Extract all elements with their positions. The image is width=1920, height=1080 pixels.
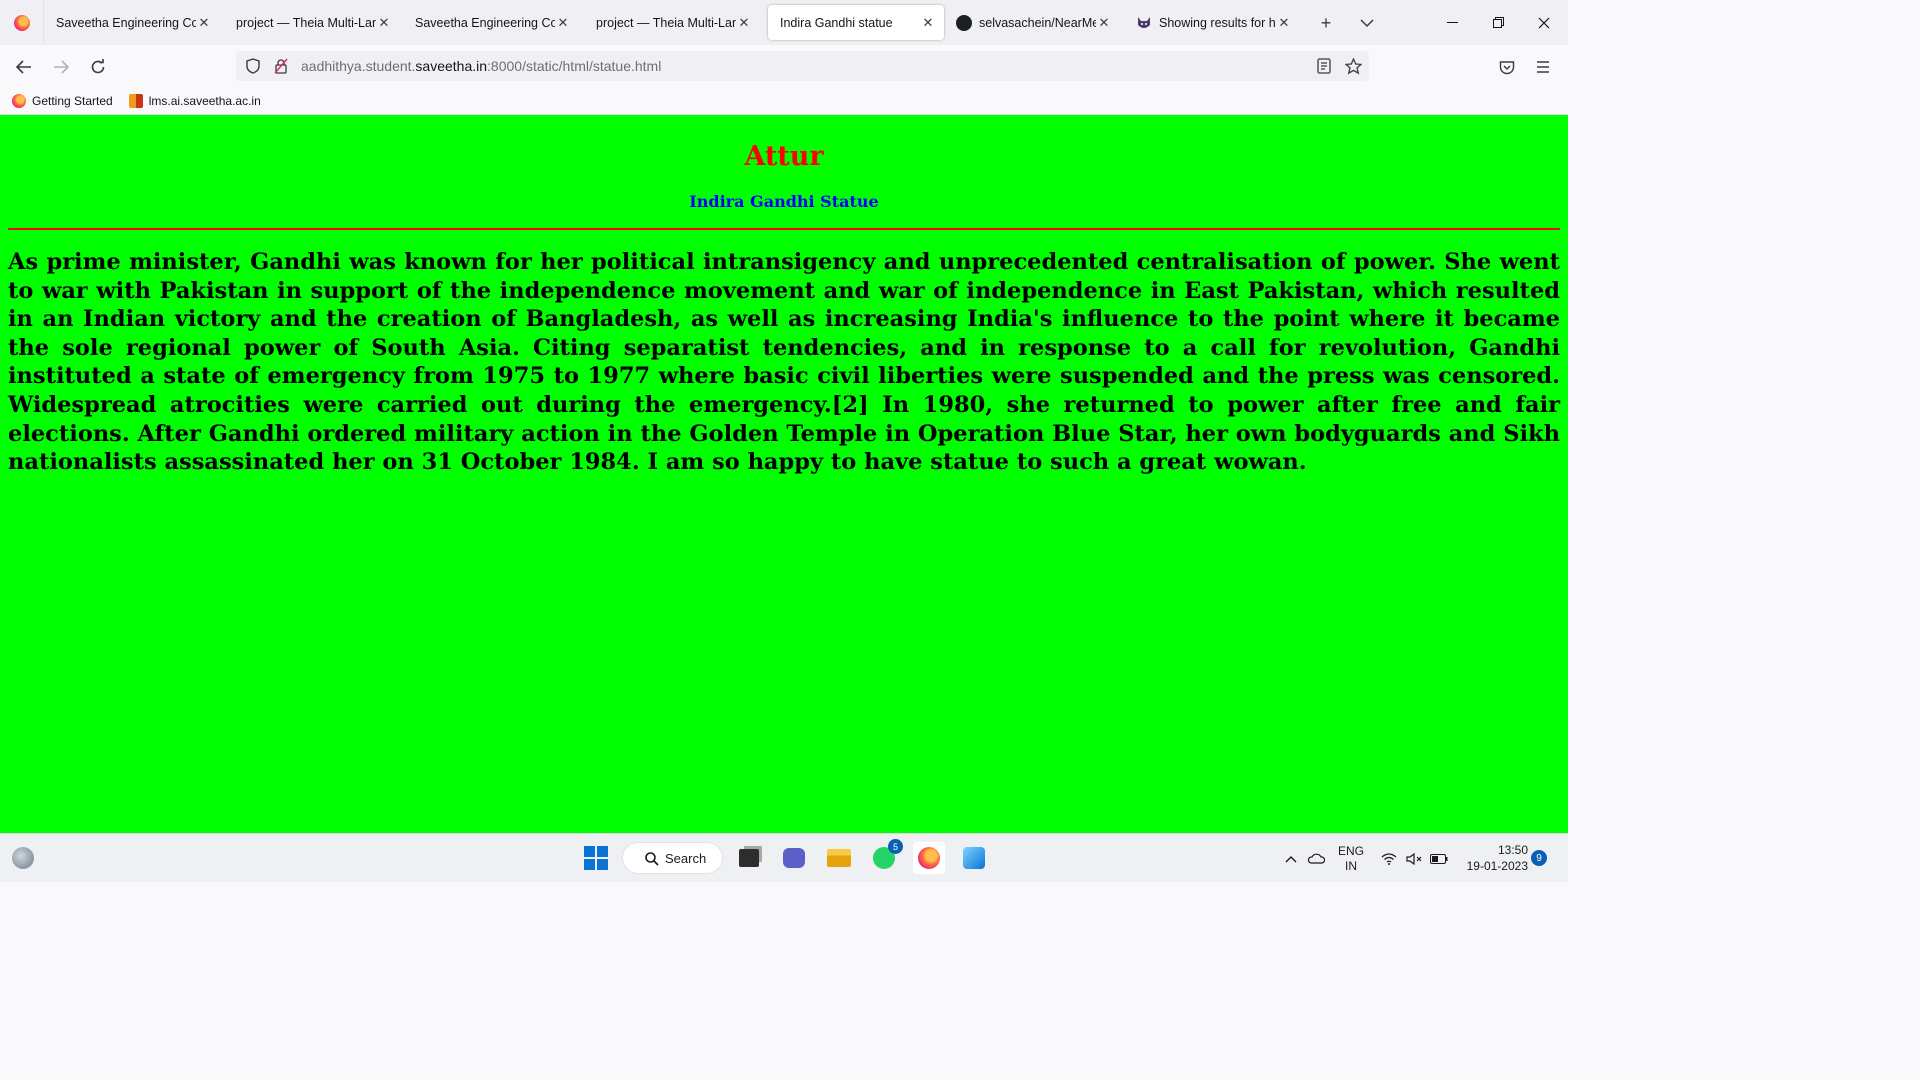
tracking-protection-shield-icon[interactable]: [239, 51, 267, 81]
tab-title: project — Theia Multi-Language: [236, 15, 376, 30]
back-arrow-icon[interactable]: [10, 53, 38, 81]
navigation-toolbar: aadhithya.student.saveetha.in:8000/stati…: [0, 45, 1568, 87]
body-paragraph: As prime minister, Gandhi was known for …: [8, 249, 1560, 476]
firefox-taskbar-icon[interactable]: [913, 842, 945, 874]
tab-theia-1[interactable]: project — Theia Multi-Language ✕: [224, 5, 400, 40]
bookmark-lms[interactable]: lms.ai.saveetha.ac.in: [128, 93, 261, 108]
bookmarks-toolbar: Getting Started lms.ai.saveetha.ac.in: [0, 87, 1568, 115]
tab-indira-gandhi-statue[interactable]: Indira Gandhi statue ✕: [768, 5, 944, 40]
page-subtitle: Indira Gandhi Statue: [689, 192, 879, 211]
tab-strip: Saveetha Engineering College ✕ project —…: [0, 0, 1568, 45]
tab-saveetha-1[interactable]: Saveetha Engineering College ✕: [44, 5, 220, 40]
tab-showing-results[interactable]: Showing results for https ✕: [1124, 5, 1300, 40]
bookmark-getting-started[interactable]: Getting Started: [12, 93, 113, 108]
url-bar[interactable]: aadhithya.student.saveetha.in:8000/stati…: [236, 51, 1369, 81]
bookmark-label: Getting Started: [32, 93, 113, 108]
url-prefix: aadhithya.student.: [301, 58, 416, 74]
url-text[interactable]: aadhithya.student.saveetha.in:8000/stati…: [301, 58, 661, 74]
horizontal-rule: [8, 228, 1560, 230]
page-title: Attur: [744, 141, 824, 172]
minimize-window-icon[interactable]: [1429, 0, 1475, 45]
volume-muted-icon[interactable]: [1403, 834, 1425, 883]
tab-title: selvasachein/NearMe: [979, 15, 1096, 30]
search-label: Search: [665, 850, 707, 866]
close-icon[interactable]: ✕: [196, 15, 212, 31]
clock-date: 19-01-2023: [1466, 859, 1528, 873]
page-content: Attur Indira Gandhi Statue As prime mini…: [0, 115, 1568, 833]
reload-icon[interactable]: [84, 53, 112, 81]
show-hidden-icons-chevron-up-icon[interactable]: [1282, 834, 1300, 883]
forward-arrow-icon[interactable]: [47, 53, 75, 81]
url-path: :8000/static/html/statue.html: [487, 58, 662, 74]
start-windows-logo-icon[interactable]: [580, 842, 612, 874]
taskbar-search-button[interactable]: Search: [622, 842, 723, 874]
task-view-icon[interactable]: [733, 842, 765, 874]
tab-theia-2[interactable]: project — Theia Multi-Language ✕: [584, 5, 760, 40]
wifi-icon[interactable]: [1378, 834, 1400, 883]
close-icon[interactable]: ✕: [376, 15, 392, 31]
firefox-icon: [13, 14, 30, 31]
teams-chat-icon[interactable]: [778, 842, 810, 874]
firefox-icon: [12, 93, 26, 108]
bookmark-label: lms.ai.saveetha.ac.in: [148, 93, 261, 108]
pocket-icon[interactable]: [1493, 53, 1521, 81]
region-code: IN: [1345, 858, 1357, 873]
tab-saveetha-2[interactable]: Saveetha Engineering College ✕: [403, 5, 579, 40]
file-explorer-icon[interactable]: [823, 842, 855, 874]
close-icon[interactable]: ✕: [920, 15, 936, 31]
close-icon[interactable]: ✕: [1096, 15, 1112, 31]
hamburger-menu-icon[interactable]: [1529, 53, 1557, 81]
input-language-indicator[interactable]: ENG IN: [1333, 834, 1369, 883]
whatsapp-icon[interactable]: 5: [868, 839, 903, 874]
insecure-connection-lock-icon[interactable]: [267, 51, 295, 81]
github-icon: [956, 14, 972, 31]
onedrive-cloud-icon[interactable]: [1305, 834, 1327, 883]
windows-taskbar: Search 5 ENG IN 13:50 19-01-2023 9: [0, 833, 1568, 882]
reader-view-icon[interactable]: [1313, 55, 1335, 77]
language-code: ENG: [1337, 843, 1364, 858]
tab-title: Showing results for https: [1159, 15, 1276, 30]
clock-time: 13:50: [1497, 843, 1528, 857]
tab-title: Indira Gandhi statue: [780, 15, 893, 30]
battery-icon[interactable]: [1428, 834, 1450, 883]
notification-count-badge[interactable]: 9: [1531, 850, 1547, 866]
photos-app-icon[interactable]: [958, 842, 990, 874]
close-icon[interactable]: ✕: [555, 15, 571, 31]
whatsapp-badge: 5: [888, 839, 903, 854]
url-host: saveetha.in: [415, 58, 488, 74]
tab-title: Saveetha Engineering College: [415, 15, 555, 30]
new-tab-plus-icon[interactable]: +: [1313, 10, 1339, 36]
widgets-weather-icon[interactable]: [7, 842, 39, 874]
firefox-view-button[interactable]: [0, 0, 44, 45]
list-all-tabs-chevron-down-icon[interactable]: [1354, 10, 1380, 36]
restore-window-icon[interactable]: [1475, 0, 1521, 45]
lms-favicon-icon: [128, 93, 143, 108]
tab-github-nearme[interactable]: selvasachein/NearMe ✕: [944, 5, 1120, 40]
search-icon: [645, 852, 659, 866]
cat-favicon-icon: [1136, 15, 1152, 31]
close-icon[interactable]: ✕: [736, 15, 752, 31]
tab-title: project — Theia Multi-Language: [596, 15, 736, 30]
bookmark-star-icon[interactable]: [1342, 55, 1364, 77]
close-icon[interactable]: ✕: [1276, 15, 1292, 31]
taskbar-clock[interactable]: 13:50 19-01-2023: [1458, 842, 1528, 874]
close-window-icon[interactable]: [1521, 0, 1567, 45]
tab-title: Saveetha Engineering College: [56, 15, 196, 30]
